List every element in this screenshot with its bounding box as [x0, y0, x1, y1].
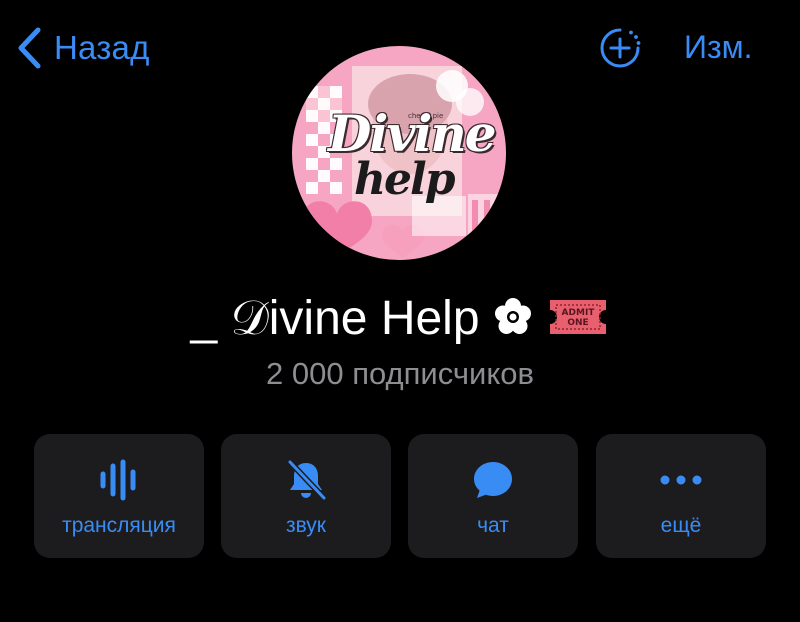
add-circle-icon	[598, 28, 642, 74]
live-stream-button[interactable]: трансляция	[34, 434, 204, 558]
sound-button[interactable]: звук	[221, 434, 391, 558]
channel-avatar[interactable]: cherry pie Divine help	[292, 46, 506, 260]
avatar-text-overlay: cherry pie Divine help	[292, 46, 506, 260]
add-button[interactable]	[598, 26, 642, 70]
channel-title: _ 𝒟ivine Help	[190, 292, 480, 345]
avatar-logo-word-help: help	[354, 154, 455, 205]
live-stream-waveform-icon	[97, 458, 141, 507]
ticket-text-line1: ADMIT	[561, 308, 595, 318]
sound-label: звук	[285, 514, 326, 537]
ticket-text-line2: ONE	[567, 318, 588, 328]
chat-button[interactable]: чат	[408, 434, 578, 558]
live-stream-label: трансляция	[62, 514, 176, 537]
more-label: ещё	[660, 514, 702, 537]
chat-label: чат	[477, 514, 509, 537]
back-label: Назад	[54, 29, 150, 66]
admit-one-ticket-icon: ADMIT ONE	[546, 294, 610, 345]
back-button[interactable]: Назад	[16, 26, 150, 70]
action-buttons-row: трансляция звук чат ещё	[34, 434, 766, 558]
more-button[interactable]: ещё	[596, 434, 766, 558]
more-dots-icon	[657, 458, 705, 507]
bell-muted-icon	[284, 458, 328, 507]
chat-bubble-icon	[471, 458, 515, 507]
chevron-left-icon	[16, 26, 42, 70]
edit-button[interactable]: Изм.	[684, 29, 753, 66]
subscriber-count: 2 000 подписчиков	[266, 356, 534, 391]
channel-title-row: _ 𝒟ivine Help ADMIT ONE	[0, 288, 800, 350]
flower-icon	[492, 296, 534, 343]
